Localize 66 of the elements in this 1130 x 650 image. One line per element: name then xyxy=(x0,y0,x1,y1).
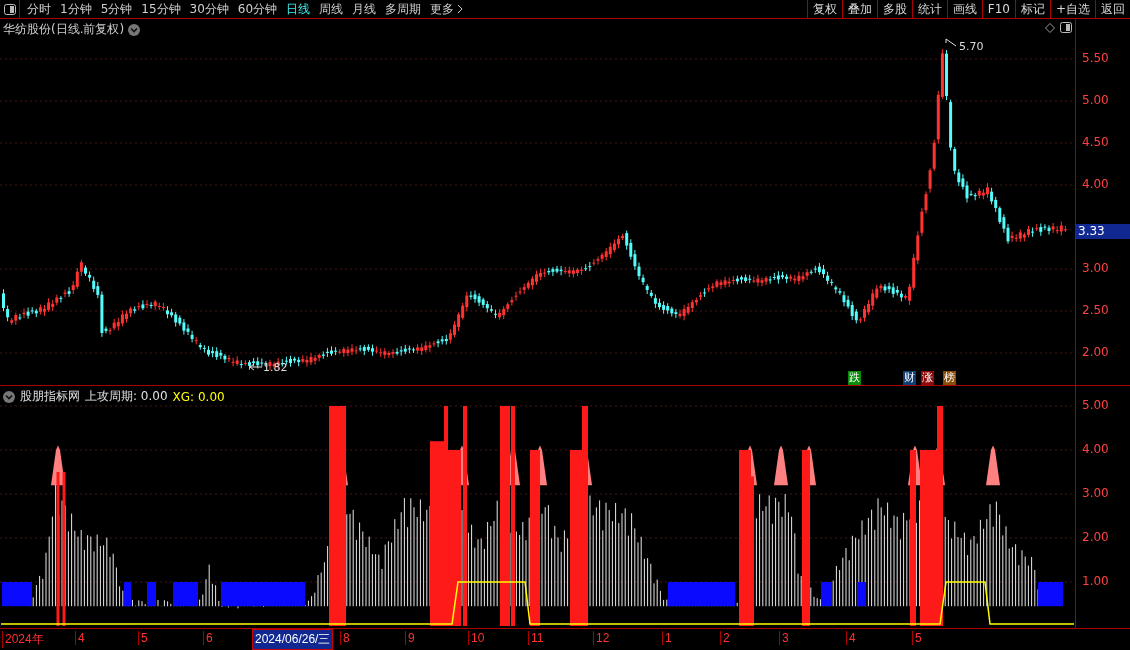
price-axis-label: 4.00 xyxy=(1082,177,1109,191)
date-axis-label: 3 xyxy=(779,631,789,645)
period-tab[interactable]: 5分钟 xyxy=(100,0,133,18)
indicator-axis-label: 4.00 xyxy=(1082,442,1109,456)
news-badge[interactable]: 跌 xyxy=(848,371,861,385)
leader-line xyxy=(945,38,957,47)
date-axis-label: 2024年 xyxy=(2,631,44,648)
indicator-axis-label: 3.00 xyxy=(1082,486,1109,500)
price-axis-label: 2.00 xyxy=(1082,345,1109,359)
indicator-source: 股朋指标网 xyxy=(20,388,80,405)
indicator-axis-label: 5.00 xyxy=(1082,398,1109,412)
low-price-label: 1.82 xyxy=(263,361,288,374)
toolbar-button[interactable]: 标记 xyxy=(1014,0,1050,18)
date-axis-label: 8 xyxy=(340,631,350,645)
period-tab[interactable]: 更多 xyxy=(430,0,464,18)
date-axis-label: 12 xyxy=(593,631,610,645)
toolbar-button[interactable]: 统计 xyxy=(911,0,947,18)
chevron-down-icon[interactable] xyxy=(3,390,15,403)
period-tab[interactable]: 15分钟 xyxy=(141,0,181,18)
date-axis-label: 5 xyxy=(912,631,922,645)
period-tab[interactable]: 30分钟 xyxy=(189,0,229,18)
date-axis-label: 6 xyxy=(203,631,213,645)
price-axis-label: 4.50 xyxy=(1082,135,1109,149)
high-price-label: 5.70 xyxy=(959,40,984,53)
toolbar-button[interactable]: F10 xyxy=(981,0,1015,18)
period-tab[interactable]: 月线 xyxy=(352,0,377,18)
date-axis-label: 2024/06/26/三 xyxy=(252,629,334,650)
toolbar-button[interactable]: 复权 xyxy=(806,0,842,18)
toolbar-button[interactable]: 返回 xyxy=(1095,0,1130,18)
date-axis-label: 4 xyxy=(846,631,856,645)
date-axis-label: 4 xyxy=(75,631,85,645)
date-axis-label: 2 xyxy=(720,631,730,645)
toolbar-button[interactable]: +自选 xyxy=(1049,0,1095,18)
period-tab[interactable]: 多周期 xyxy=(385,0,422,18)
date-axis-label: 11 xyxy=(528,631,544,645)
panel-toggle-icon[interactable] xyxy=(1060,22,1072,33)
news-badge[interactable]: 榜 xyxy=(943,371,956,385)
toolbar-button[interactable]: 多股 xyxy=(876,0,912,18)
chevron-down-icon[interactable] xyxy=(128,23,141,36)
period-tab[interactable]: 分时 xyxy=(27,0,51,18)
period-tab[interactable]: 60分钟 xyxy=(237,0,278,18)
leader-line xyxy=(249,363,263,371)
current-price-label: 3.33 xyxy=(1076,224,1130,239)
toolbar-button[interactable]: 画线 xyxy=(946,0,982,18)
date-axis-label: 10 xyxy=(468,631,485,645)
price-axis-label: 5.50 xyxy=(1082,51,1109,65)
diamond-icon[interactable] xyxy=(1045,22,1055,33)
date-axis-label: 1 xyxy=(662,631,672,645)
price-axis-label: 5.00 xyxy=(1082,93,1109,107)
indicator-axis-label: 1.00 xyxy=(1082,574,1109,588)
news-badge[interactable]: 涨 xyxy=(921,371,934,385)
panel-toggle-icon[interactable] xyxy=(3,3,16,15)
news-badge[interactable]: 财 xyxy=(903,371,916,385)
toolbar-button[interactable]: 叠加 xyxy=(841,0,877,18)
price-axis-label: 3.00 xyxy=(1082,261,1109,275)
indicator-reading: 上攻周期: 0.00 xyxy=(85,388,168,405)
period-tab[interactable]: 1分钟 xyxy=(60,0,92,18)
period-tab[interactable]: 日线 xyxy=(286,0,311,18)
indicator-axis-label: 2.00 xyxy=(1082,530,1109,544)
xg-reading: XG: 0.00 xyxy=(172,389,225,404)
chart-title: 华纺股份(日线.前复权) xyxy=(3,21,125,38)
price-axis-label: 2.50 xyxy=(1082,303,1109,317)
period-tab[interactable]: 周线 xyxy=(319,0,344,18)
chevron-right-icon xyxy=(457,4,464,14)
date-axis-label: 9 xyxy=(405,631,415,645)
date-axis-label: 5 xyxy=(138,631,148,645)
